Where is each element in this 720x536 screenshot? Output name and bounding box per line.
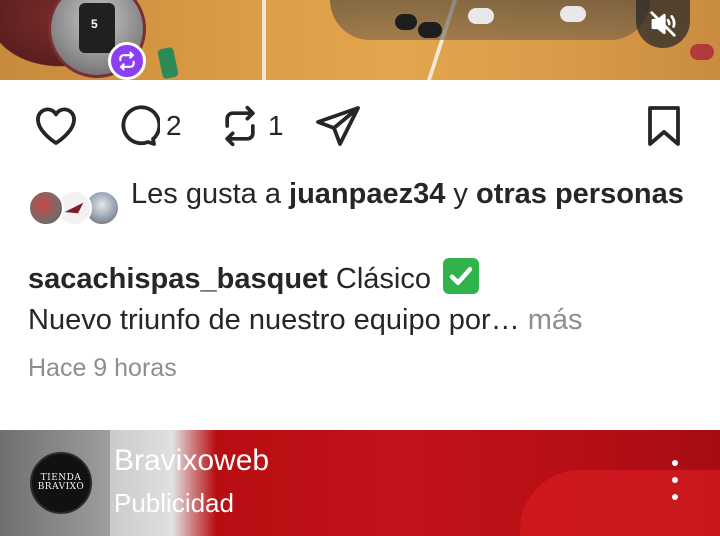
repost-button[interactable]: 1	[218, 102, 284, 150]
court-line	[262, 0, 266, 80]
logo-text-bottom: BRAVIXO	[37, 482, 85, 492]
speaker-muted-icon	[650, 11, 676, 37]
action-bar: 2 1	[0, 96, 720, 156]
shoe	[468, 8, 494, 24]
caption-username[interactable]: sacachispas_basquet	[28, 263, 328, 295]
liker-avatars	[28, 190, 120, 228]
ad-media-fold	[520, 470, 720, 536]
likes-others[interactable]: otras personas	[476, 178, 684, 210]
repost-badge-icon	[108, 42, 146, 80]
jersey-number: 5	[91, 17, 98, 31]
comment-icon	[121, 105, 160, 146]
post-media[interactable]: 5	[0, 0, 720, 80]
avatar	[28, 190, 64, 226]
repost-count: 1	[268, 110, 284, 141]
caption-text: Clásico	[335, 263, 431, 295]
shoe	[690, 44, 714, 60]
bookmark-icon	[648, 106, 680, 146]
caption-line1: sacachispas_basquet Clásico	[28, 258, 708, 299]
heart-icon	[36, 107, 76, 145]
comment-button[interactable]: 2	[112, 102, 182, 150]
caption-line2: Nuevo triunfo de nuestro equipo por… más	[28, 300, 708, 340]
send-icon	[316, 106, 360, 146]
liker-username[interactable]: juanpaez34	[289, 178, 445, 210]
likes-prefix: Les gusta a	[131, 178, 281, 210]
likes-text: Les gusta a juanpaez34 y otras personas	[131, 176, 691, 212]
save-button[interactable]	[640, 102, 688, 150]
share-button[interactable]	[314, 102, 362, 150]
bottle	[157, 46, 179, 80]
check-mark-icon	[443, 258, 480, 294]
brand-logo-text: TIENDA BRAVIXO	[38, 474, 85, 492]
comment-count: 2	[166, 110, 182, 141]
shoe	[560, 6, 586, 22]
repost-icon	[225, 105, 255, 147]
more-link[interactable]: más	[528, 304, 583, 336]
next-post-header: TIENDA BRAVIXO Bravixoweb Publicidad	[0, 430, 720, 536]
shoe	[418, 22, 442, 38]
account-name[interactable]: Bravixoweb	[114, 444, 269, 478]
more-vertical-icon[interactable]	[660, 460, 690, 500]
likes-joiner: y	[453, 178, 468, 210]
mute-button[interactable]	[636, 0, 690, 48]
caption-body: Nuevo triunfo de nuestro equipo por…	[28, 304, 520, 336]
brand-avatar[interactable]: TIENDA BRAVIXO	[30, 452, 92, 514]
sponsored-label: Publicidad	[114, 488, 234, 518]
shoe	[395, 14, 417, 30]
like-button[interactable]	[32, 102, 80, 150]
post-timestamp: Hace 9 horas	[28, 354, 177, 382]
